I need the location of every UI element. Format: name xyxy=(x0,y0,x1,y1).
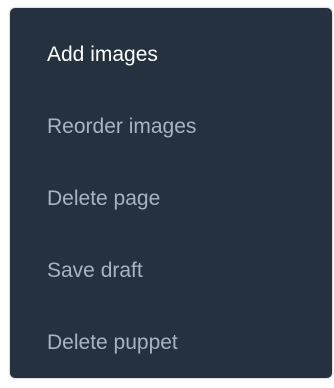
menu-item-delete-page[interactable]: Delete page xyxy=(47,184,160,214)
menu-item-save-draft[interactable]: Save draft xyxy=(47,256,143,286)
menu-item-add-images[interactable]: Add images xyxy=(47,40,158,70)
menu-item-delete-puppet[interactable]: Delete puppet xyxy=(47,328,178,358)
context-menu: Add images Reorder images Delete page Sa… xyxy=(10,8,332,378)
menu-item-reorder-images[interactable]: Reorder images xyxy=(47,112,196,142)
